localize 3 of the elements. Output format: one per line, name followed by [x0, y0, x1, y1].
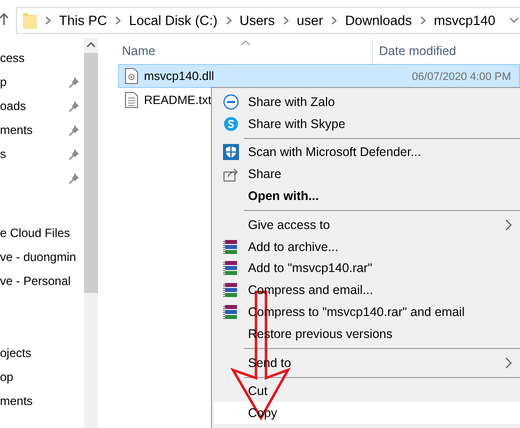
file-name: msvcp140.dll [144, 69, 214, 83]
date-text: 06/07/2020 4:00 PM [412, 70, 511, 83]
file-name: README.txt [144, 93, 212, 107]
